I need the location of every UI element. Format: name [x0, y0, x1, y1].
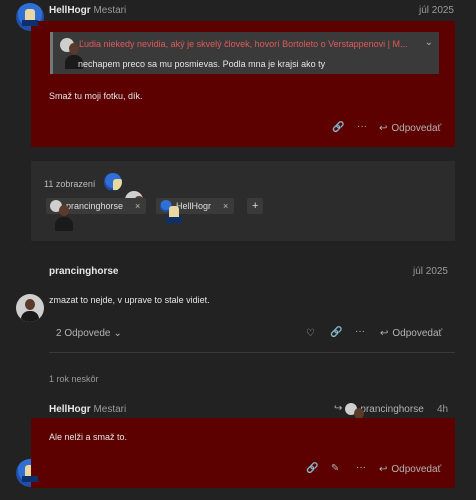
filter-chip-hellhogr[interactable]: HellHogr × — [156, 198, 235, 223]
reply-button[interactable]: ↩ Odpovedať — [380, 328, 442, 339]
more-icon[interactable]: ··· — [357, 122, 367, 132]
chip-label: prancinghorse — [66, 201, 124, 211]
chevron-down-icon[interactable]: ⌄ — [425, 38, 433, 48]
post-date[interactable]: júl 2025 — [419, 5, 454, 16]
post-body: Ale nelži a smaž to. 🔗 ✎ ··· ↩ Odpovedať — [31, 418, 455, 488]
username[interactable]: prancinghorse — [49, 266, 118, 277]
add-filter-button[interactable]: + — [247, 198, 264, 214]
reply-label: Odpovedať — [392, 328, 443, 339]
reply-label: Odpovedať — [391, 123, 442, 134]
close-icon[interactable]: × — [223, 201, 228, 211]
quote-title-link[interactable]: Ľudia niekedy nevidia, aký je skvelý člo… — [79, 39, 419, 49]
more-icon[interactable]: ··· — [356, 463, 366, 473]
reply-to-username: prancinghorse — [360, 403, 424, 415]
quote-text: nechapem preco sa mu posmievas. Podla mn… — [78, 59, 326, 69]
reply-button[interactable]: ↩ Odpovedať — [379, 464, 441, 475]
add-icon: + — [252, 200, 259, 212]
chip-label: HellHogr — [176, 201, 212, 211]
link-icon[interactable]: 🔗 — [332, 123, 344, 133]
username[interactable]: HellHogr — [49, 5, 91, 16]
quote-block: Ľudia niekedy nevidia, aký je skvelý člo… — [50, 32, 439, 74]
chip-avatar — [160, 200, 182, 223]
post-date[interactable]: júl 2025 — [413, 266, 448, 277]
chevron-down-icon: ⌄ — [113, 327, 122, 339]
post-text: Ale nelži a smaž to. — [49, 432, 128, 442]
post-header: HellHogr Mestari — [49, 404, 126, 415]
edit-icon[interactable]: ✎ — [331, 464, 339, 474]
reply-label: Odpovedať — [391, 464, 442, 475]
filter-chip-prancinghorse[interactable]: prancinghorse × — [46, 198, 147, 231]
reply-to-icon: ↪ — [334, 403, 343, 414]
views-count: 11 zobrazení — [44, 179, 96, 189]
reply-icon: ↩ — [379, 463, 388, 475]
more-icon[interactable]: ··· — [355, 327, 365, 337]
post-header: HellHogr Mestari — [49, 5, 126, 16]
user-title: Mestari — [93, 404, 127, 415]
user-title: Mestari — [93, 5, 127, 16]
author-avatar[interactable] — [16, 294, 44, 322]
reply-icon: ↩ — [380, 327, 389, 339]
chip-avatar — [50, 200, 73, 231]
close-icon[interactable]: × — [135, 201, 140, 211]
reply-to-link[interactable]: ↪ prancinghorse — [334, 403, 424, 434]
link-icon[interactable]: 🔗 — [306, 464, 318, 474]
post-body: Ľudia niekedy nevidia, aký je skvelý člo… — [31, 21, 455, 147]
time-gap-label: 1 rok neskôr — [49, 374, 99, 384]
username[interactable]: HellHogr — [49, 404, 91, 415]
post-text: Smaž tu moji fotku, dík. — [49, 91, 143, 101]
replies-toggle[interactable]: 2 Odpovede ⌄ — [56, 328, 122, 339]
post-text: zmazat to nejde, v uprave to stale vidie… — [49, 295, 210, 305]
post-divider — [49, 352, 455, 353]
participant-avatar[interactable] — [104, 173, 122, 191]
heart-icon[interactable]: ♡ — [306, 329, 315, 339]
quote-avatar — [60, 38, 83, 69]
replies-label: 2 Odpovede — [56, 328, 111, 339]
reply-icon: ↩ — [379, 122, 388, 134]
reply-button[interactable]: ↩ Odpovedať — [379, 123, 441, 134]
link-icon[interactable]: 🔗 — [330, 328, 342, 338]
reply-to-avatar — [345, 403, 369, 434]
post-age[interactable]: 4h — [437, 404, 448, 415]
topic-summary: 11 zobrazení prancinghorse × HellHogr × … — [31, 161, 455, 241]
